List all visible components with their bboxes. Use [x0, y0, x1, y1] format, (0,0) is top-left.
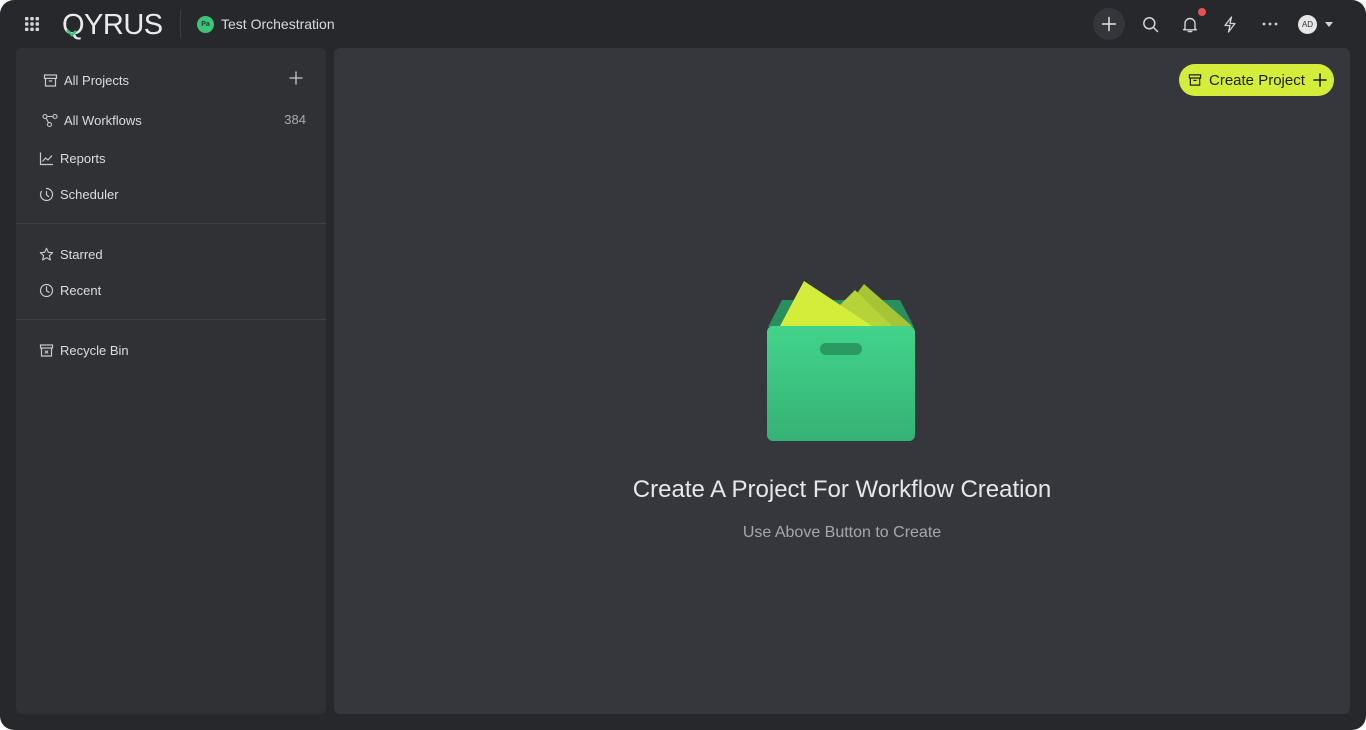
sidebar-item-label: Recycle Bin	[60, 342, 129, 358]
archive-box-icon	[1188, 73, 1202, 87]
workspace-name: Test Orchestration	[221, 16, 335, 32]
plus-icon	[1313, 73, 1327, 87]
chevron-down-icon	[1325, 21, 1333, 27]
sidebar-item-recycle-bin[interactable]: Recycle Bin	[38, 336, 129, 364]
sidebar-item-label: Starred	[60, 246, 103, 262]
avatar: AD	[1298, 14, 1317, 34]
sidebar-item-label: All Projects	[64, 72, 130, 88]
apps-grid-icon[interactable]	[22, 14, 42, 34]
bolt-icon[interactable]	[1214, 8, 1246, 40]
empty-state-title: Create A Project For Workflow Creation	[632, 476, 1052, 503]
workspace-selector[interactable]: Pa Test Orchestration	[197, 14, 335, 34]
sidebar-divider	[16, 223, 326, 224]
app-window: QYRUS Pa Test Orchestration AD All Proje…	[0, 0, 1366, 730]
sidebar-item-all-workflows[interactable]: All Workflows	[42, 106, 142, 134]
empty-state-subtitle: Use Above Button to Create	[742, 524, 942, 541]
sidebar-item-starred[interactable]: Starred	[38, 240, 103, 268]
sidebar-item-recent[interactable]: Recent	[38, 276, 101, 304]
top-bar: QYRUS Pa Test Orchestration AD	[0, 0, 1366, 48]
more-icon[interactable]	[1254, 8, 1286, 40]
empty-box-illustration	[764, 278, 918, 444]
clock-icon	[38, 282, 54, 298]
star-icon	[38, 246, 54, 262]
logo-text: QYRUS	[62, 9, 163, 40]
create-project-button[interactable]: Create Project	[1179, 64, 1334, 96]
sidebar-item-label: All Workflows	[64, 112, 142, 128]
sidebar-divider	[16, 319, 326, 320]
sidebar-item-label: Scheduler	[60, 186, 119, 202]
sidebar-item-all-projects[interactable]: All Projects	[42, 66, 129, 94]
qyrus-logo[interactable]: QYRUS	[62, 8, 168, 41]
sidebar-item-label: Recent	[60, 282, 102, 298]
line-chart-icon	[38, 150, 54, 166]
sidebar-item-scheduler[interactable]: Scheduler	[38, 180, 119, 208]
user-menu[interactable]: AD	[1298, 13, 1344, 35]
recycle-bin-icon	[38, 342, 54, 358]
sidebar: All Projects All Workflows 384 Reports S…	[16, 48, 326, 714]
workflow-count-badge: 384	[284, 112, 306, 127]
archive-box-icon	[42, 72, 58, 88]
workspace-avatar: Pa	[197, 15, 214, 33]
sidebar-item-reports[interactable]: Reports	[38, 144, 106, 172]
add-project-plus-icon[interactable]	[288, 70, 304, 86]
workflow-icon	[42, 112, 58, 128]
header-divider	[180, 10, 181, 38]
sidebar-item-label: Reports	[60, 150, 106, 166]
search-icon[interactable]	[1134, 8, 1166, 40]
main-panel: Create Project Create A Project For Work…	[334, 48, 1350, 714]
timer-icon	[38, 186, 54, 202]
notification-dot	[1198, 8, 1206, 16]
create-project-label: Create Project	[1209, 71, 1305, 89]
plus-icon[interactable]	[1093, 8, 1125, 40]
